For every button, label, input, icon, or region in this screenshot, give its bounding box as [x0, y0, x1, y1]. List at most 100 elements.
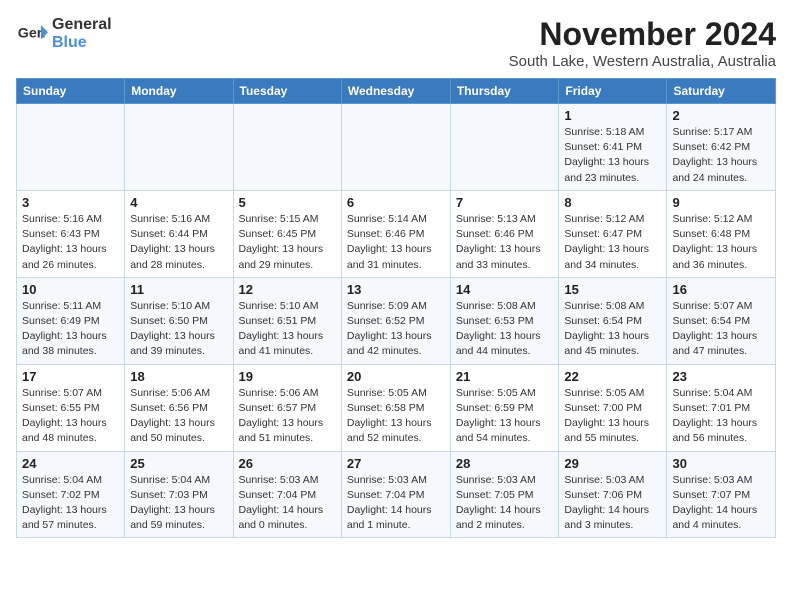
day-info: Sunrise: 5:05 AM Sunset: 6:59 PM Dayligh… — [456, 386, 554, 447]
calendar-cell — [450, 104, 559, 191]
calendar-week-2: 10 Sunrise: 5:11 AM Sunset: 6:49 PM Dayli… — [17, 277, 776, 364]
calendar-cell: 1 Sunrise: 5:18 AM Sunset: 6:41 PM Daylig… — [559, 104, 667, 191]
header-cell-thursday: Thursday — [450, 79, 559, 104]
calendar-cell — [17, 104, 125, 191]
day-number: 24 — [22, 456, 119, 471]
day-info: Sunrise: 5:05 AM Sunset: 6:58 PM Dayligh… — [347, 386, 445, 447]
day-info: Sunrise: 5:15 AM Sunset: 6:45 PM Dayligh… — [239, 212, 336, 273]
day-number: 9 — [672, 195, 770, 210]
day-info: Sunrise: 5:12 AM Sunset: 6:47 PM Dayligh… — [564, 212, 661, 273]
day-number: 1 — [564, 108, 661, 123]
calendar-cell: 22 Sunrise: 5:05 AM Sunset: 7:00 PM Dayli… — [559, 364, 667, 451]
calendar-cell: 19Sunrise: 5:06 AM Sunset: 6:57 PM Dayli… — [233, 364, 341, 451]
logo: Gen General Blue — [16, 16, 112, 51]
calendar-cell — [125, 104, 233, 191]
day-number: 21 — [456, 369, 554, 384]
calendar-cell: 10 Sunrise: 5:11 AM Sunset: 6:49 PM Dayli… — [17, 277, 125, 364]
day-number: 20 — [347, 369, 445, 384]
day-info: Sunrise: 5:09 AM Sunset: 6:52 PM Dayligh… — [347, 299, 445, 360]
header-cell-friday: Friday — [559, 79, 667, 104]
day-number: 11 — [130, 282, 227, 297]
logo-icon: Gen — [16, 18, 48, 50]
calendar-cell: 14Sunrise: 5:08 AM Sunset: 6:53 PM Dayli… — [450, 277, 559, 364]
day-number: 3 — [22, 195, 119, 210]
day-info: Sunrise: 5:06 AM Sunset: 6:56 PM Dayligh… — [130, 386, 227, 447]
day-info: Sunrise: 5:07 AM Sunset: 6:54 PM Dayligh… — [672, 299, 770, 360]
day-number: 28 — [456, 456, 554, 471]
day-number: 13 — [347, 282, 445, 297]
day-number: 4 — [130, 195, 227, 210]
day-number: 8 — [564, 195, 661, 210]
calendar-cell: 6 Sunrise: 5:14 AM Sunset: 6:46 PM Daylig… — [341, 190, 450, 277]
header-cell-sunday: Sunday — [17, 79, 125, 104]
calendar-cell: 28 Sunrise: 5:03 AM Sunset: 7:05 PM Dayli… — [450, 451, 559, 538]
day-info: Sunrise: 5:05 AM Sunset: 7:00 PM Dayligh… — [564, 386, 661, 447]
calendar-cell: 30Sunrise: 5:03 AM Sunset: 7:07 PM Dayli… — [667, 451, 776, 538]
header-row: SundayMondayTuesdayWednesdayThursdayFrid… — [17, 79, 776, 104]
calendar-body: 1 Sunrise: 5:18 AM Sunset: 6:41 PM Daylig… — [17, 104, 776, 538]
day-info: Sunrise: 5:03 AM Sunset: 7:06 PM Dayligh… — [564, 473, 661, 534]
calendar-cell: 2 Sunrise: 5:17 AM Sunset: 6:42 PM Daylig… — [667, 104, 776, 191]
header-cell-monday: Monday — [125, 79, 233, 104]
day-info: Sunrise: 5:18 AM Sunset: 6:41 PM Dayligh… — [564, 125, 661, 186]
calendar-table: SundayMondayTuesdayWednesdayThursdayFrid… — [16, 78, 776, 538]
calendar-cell: 25Sunrise: 5:04 AM Sunset: 7:03 PM Dayli… — [125, 451, 233, 538]
day-info: Sunrise: 5:17 AM Sunset: 6:42 PM Dayligh… — [672, 125, 770, 186]
header-cell-wednesday: Wednesday — [341, 79, 450, 104]
calendar-cell: 7Sunrise: 5:13 AM Sunset: 6:46 PM Daylig… — [450, 190, 559, 277]
logo-line2: Blue — [52, 34, 112, 52]
page-subtitle: South Lake, Western Australia, Australia — [509, 53, 776, 70]
calendar-week-1: 3 Sunrise: 5:16 AM Sunset: 6:43 PM Daylig… — [17, 190, 776, 277]
day-info: Sunrise: 5:10 AM Sunset: 6:50 PM Dayligh… — [130, 299, 227, 360]
day-number: 10 — [22, 282, 119, 297]
day-info: Sunrise: 5:11 AM Sunset: 6:49 PM Dayligh… — [22, 299, 119, 360]
header-cell-tuesday: Tuesday — [233, 79, 341, 104]
calendar-cell: 8 Sunrise: 5:12 AM Sunset: 6:47 PM Daylig… — [559, 190, 667, 277]
day-number: 15 — [564, 282, 661, 297]
day-info: Sunrise: 5:04 AM Sunset: 7:01 PM Dayligh… — [672, 386, 770, 447]
calendar-week-4: 24 Sunrise: 5:04 AM Sunset: 7:02 PM Dayli… — [17, 451, 776, 538]
calendar-cell: 21 Sunrise: 5:05 AM Sunset: 6:59 PM Dayli… — [450, 364, 559, 451]
calendar-cell: 15 Sunrise: 5:08 AM Sunset: 6:54 PM Dayli… — [559, 277, 667, 364]
logo-text: General Blue — [52, 16, 112, 51]
day-number: 27 — [347, 456, 445, 471]
calendar-cell: 17 Sunrise: 5:07 AM Sunset: 6:55 PM Dayli… — [17, 364, 125, 451]
day-info: Sunrise: 5:10 AM Sunset: 6:51 PM Dayligh… — [239, 299, 336, 360]
day-number: 2 — [672, 108, 770, 123]
day-number: 23 — [672, 369, 770, 384]
day-number: 22 — [564, 369, 661, 384]
day-number: 26 — [239, 456, 336, 471]
calendar-cell: 27 Sunrise: 5:03 AM Sunset: 7:04 PM Dayli… — [341, 451, 450, 538]
calendar-cell: 11 Sunrise: 5:10 AM Sunset: 6:50 PM Dayli… — [125, 277, 233, 364]
day-number: 6 — [347, 195, 445, 210]
calendar-cell: 20 Sunrise: 5:05 AM Sunset: 6:58 PM Dayli… — [341, 364, 450, 451]
day-info: Sunrise: 5:12 AM Sunset: 6:48 PM Dayligh… — [672, 212, 770, 273]
day-info: Sunrise: 5:04 AM Sunset: 7:02 PM Dayligh… — [22, 473, 119, 534]
day-info: Sunrise: 5:04 AM Sunset: 7:03 PM Dayligh… — [130, 473, 227, 534]
calendar-header: SundayMondayTuesdayWednesdayThursdayFrid… — [17, 79, 776, 104]
day-info: Sunrise: 5:07 AM Sunset: 6:55 PM Dayligh… — [22, 386, 119, 447]
day-info: Sunrise: 5:14 AM Sunset: 6:46 PM Dayligh… — [347, 212, 445, 273]
day-info: Sunrise: 5:08 AM Sunset: 6:53 PM Dayligh… — [456, 299, 554, 360]
day-info: Sunrise: 5:03 AM Sunset: 7:05 PM Dayligh… — [456, 473, 554, 534]
logo-line1: General — [52, 16, 112, 34]
day-info: Sunrise: 5:03 AM Sunset: 7:04 PM Dayligh… — [239, 473, 336, 534]
page-header: Gen General Blue November 2024 South Lak… — [16, 16, 776, 70]
day-info: Sunrise: 5:08 AM Sunset: 6:54 PM Dayligh… — [564, 299, 661, 360]
day-number: 18 — [130, 369, 227, 384]
calendar-cell: 24 Sunrise: 5:04 AM Sunset: 7:02 PM Dayli… — [17, 451, 125, 538]
calendar-cell: 12 Sunrise: 5:10 AM Sunset: 6:51 PM Dayli… — [233, 277, 341, 364]
day-number: 30 — [672, 456, 770, 471]
day-number: 16 — [672, 282, 770, 297]
day-number: 12 — [239, 282, 336, 297]
day-number: 19 — [239, 369, 336, 384]
calendar-week-3: 17 Sunrise: 5:07 AM Sunset: 6:55 PM Dayli… — [17, 364, 776, 451]
day-info: Sunrise: 5:16 AM Sunset: 6:43 PM Dayligh… — [22, 212, 119, 273]
calendar-cell: 26 Sunrise: 5:03 AM Sunset: 7:04 PM Dayli… — [233, 451, 341, 538]
calendar-cell: 29 Sunrise: 5:03 AM Sunset: 7:06 PM Dayli… — [559, 451, 667, 538]
day-info: Sunrise: 5:03 AM Sunset: 7:04 PM Dayligh… — [347, 473, 445, 534]
day-number: 29 — [564, 456, 661, 471]
day-number: 17 — [22, 369, 119, 384]
calendar-week-0: 1 Sunrise: 5:18 AM Sunset: 6:41 PM Daylig… — [17, 104, 776, 191]
calendar-cell — [341, 104, 450, 191]
